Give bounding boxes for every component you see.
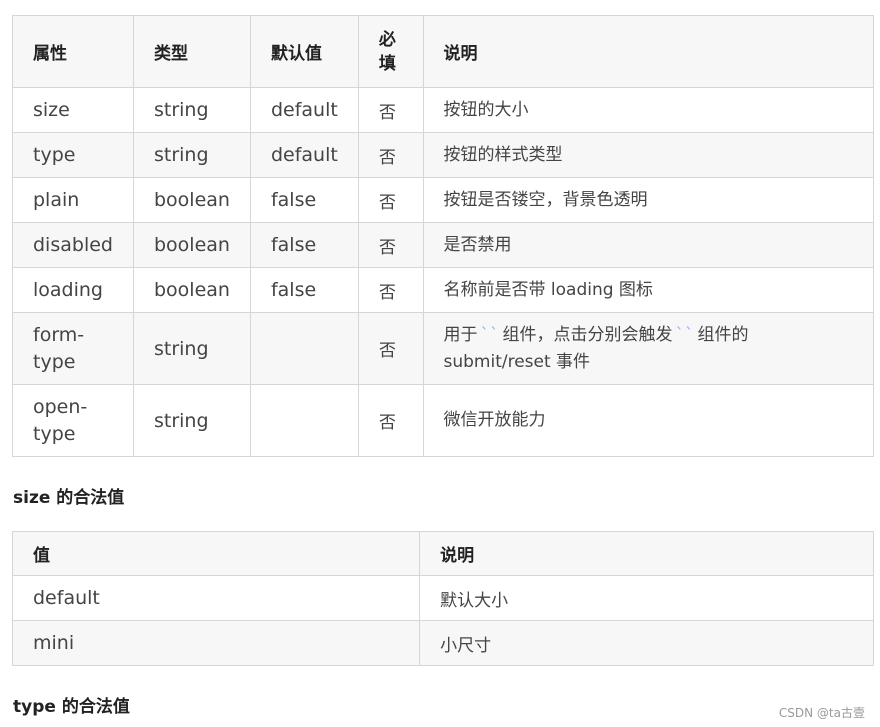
prop-type-cell: string [132, 384, 251, 457]
header-cell: 属性 [12, 15, 134, 88]
code-tick: `` [480, 324, 500, 345]
prop-type-cell: string [132, 132, 251, 178]
value-cell: default [11, 575, 421, 621]
prop-desc-cell: 名称前是否带 loading 图标 [422, 267, 874, 313]
header-cell-required: 必填 [357, 15, 424, 88]
table-row: open-type string 否 微信开放能力 [12, 384, 874, 457]
prop-type-cell: string [132, 87, 251, 133]
prop-type-cell: boolean [132, 177, 251, 223]
prop-desc-cell: 按钮是否镂空，背景色透明 [422, 177, 874, 223]
prop-default-cell [249, 384, 359, 457]
prop-type-cell: string [132, 312, 251, 385]
prop-name-cell: type [12, 132, 134, 178]
table-row: mini 小尺寸 [11, 620, 874, 666]
header-cell: 默认值 [249, 15, 359, 88]
prop-required-cell: 否 [357, 267, 424, 313]
prop-required-cell: 否 [357, 222, 424, 268]
prop-desc-cell: 微信开放能力 [422, 384, 874, 457]
prop-default-cell: false [249, 222, 359, 268]
table-row: plain boolean false 否 按钮是否镂空，背景色透明 [12, 177, 874, 223]
value-desc-cell: 默认大小 [419, 575, 874, 621]
code-tick: `` [675, 324, 695, 345]
prop-desc-cell: 用于 `` 组件，点击分别会触发 `` 组件的 submit/reset 事件 [422, 312, 874, 385]
prop-default-cell: false [249, 177, 359, 223]
document-page: 属性 类型 默认值 必填 说明 size string default 否 按钮… [0, 0, 880, 727]
prop-default-cell [249, 312, 359, 385]
props-table: 属性 类型 默认值 必填 说明 size string default 否 按钮… [12, 15, 874, 457]
table-row: disabled boolean false 否 是否禁用 [12, 222, 874, 268]
table-row: default 默认大小 [11, 575, 874, 621]
table-header-row: 值 说明 [11, 531, 874, 576]
table-header-row: 属性 类型 默认值 必填 说明 [12, 15, 874, 88]
table-row: form-type string 否 用于 `` 组件，点击分别会触发 `` 组件的 su… [12, 312, 874, 385]
prop-desc-cell: 按钮的样式类型 [422, 132, 874, 178]
prop-name-cell: form-type [12, 312, 134, 385]
prop-desc-cell: 是否禁用 [422, 222, 874, 268]
table-row: type string default 否 按钮的样式类型 [12, 132, 874, 178]
prop-name-cell: size [12, 87, 134, 133]
header-cell: 说明 [419, 531, 874, 576]
prop-type-cell: boolean [132, 267, 251, 313]
prop-name-cell: disabled [12, 222, 134, 268]
prop-default-cell: default [249, 87, 359, 133]
prop-type-cell: boolean [132, 222, 251, 268]
header-cell: 类型 [132, 15, 251, 88]
header-cell: 说明 [422, 15, 874, 88]
prop-required-cell: 否 [357, 312, 424, 385]
prop-name-cell: open-type [12, 384, 134, 457]
prop-default-cell: default [249, 132, 359, 178]
prop-required-cell: 否 [357, 87, 424, 133]
prop-desc-cell: 按钮的大小 [422, 87, 874, 133]
value-cell: mini [11, 620, 421, 666]
header-cell: 值 [11, 531, 421, 576]
value-desc-cell: 小尺寸 [419, 620, 874, 666]
prop-required-cell: 否 [357, 132, 424, 178]
section-title-type: type 的合法值 [13, 697, 130, 717]
prop-required-cell: 否 [357, 177, 424, 223]
watermark: CSDN @ta古壹 [778, 706, 865, 720]
prop-default-cell: false [249, 267, 359, 313]
size-values-table: 值 说明 default 默认大小 mini 小尺寸 [11, 531, 874, 666]
prop-name-cell: plain [12, 177, 134, 223]
prop-required-cell: 否 [357, 384, 424, 457]
table-row: loading boolean false 否 名称前是否带 loading 图… [12, 267, 874, 313]
section-title-size: size 的合法值 [13, 488, 125, 508]
prop-name-cell: loading [12, 267, 134, 313]
table-row: size string default 否 按钮的大小 [12, 87, 874, 133]
